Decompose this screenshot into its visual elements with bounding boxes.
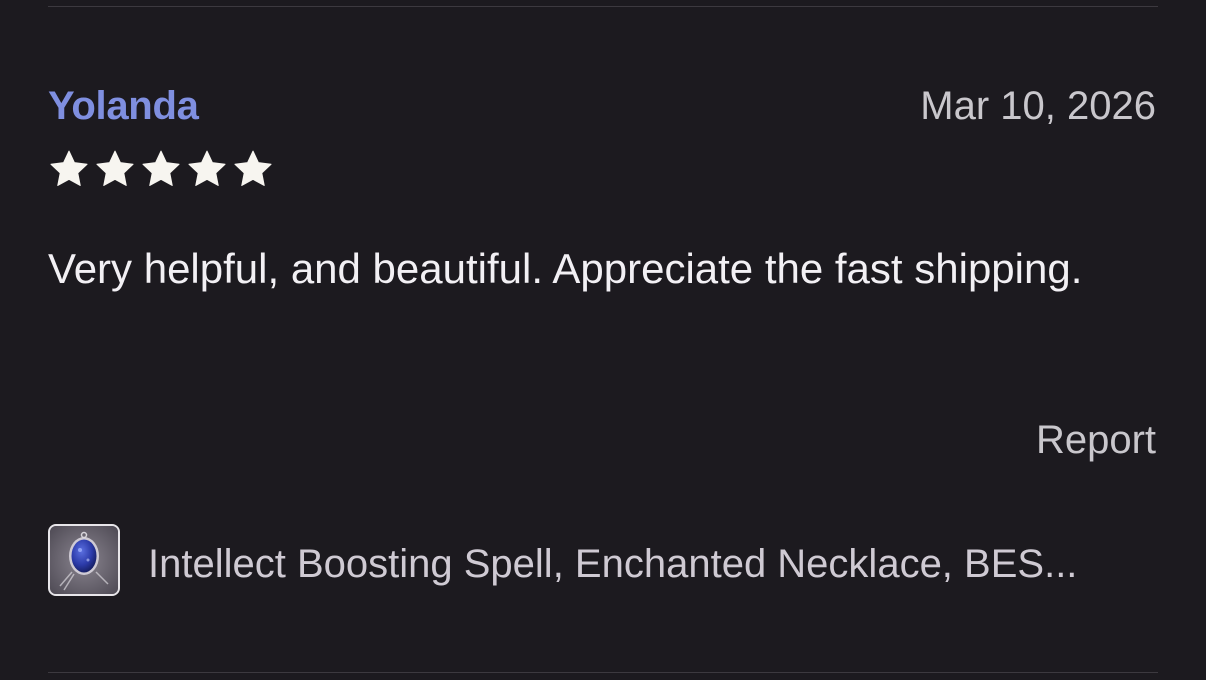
- star-icon: [142, 150, 180, 186]
- item-title: Intellect Boosting Spell, Enchanted Neck…: [148, 542, 1078, 586]
- star-icon: [234, 150, 272, 186]
- star-rating: [48, 148, 274, 190]
- review-body: Very helpful, and beautiful. Appreciate …: [48, 245, 1083, 292]
- bottom-divider: [48, 672, 1158, 673]
- reviewer-name-link[interactable]: Yolanda: [48, 84, 199, 129]
- review-header: Yolanda Mar 10, 2026: [48, 82, 1158, 132]
- star-icon: [50, 150, 88, 186]
- necklace-thumbnail-icon: [48, 524, 120, 596]
- reviewed-item-link[interactable]: Intellect Boosting Spell, Enchanted Neck…: [48, 524, 1158, 600]
- report-button[interactable]: Report: [1036, 418, 1156, 463]
- top-divider: [48, 6, 1158, 7]
- star-icon: [188, 150, 226, 186]
- review-card: Yolanda Mar 10, 2026 Very helpful, and b…: [48, 82, 1158, 622]
- star-icon: [96, 150, 134, 186]
- review-screen: Yolanda Mar 10, 2026 Very helpful, and b…: [0, 0, 1206, 680]
- review-date: Mar 10, 2026: [920, 84, 1156, 128]
